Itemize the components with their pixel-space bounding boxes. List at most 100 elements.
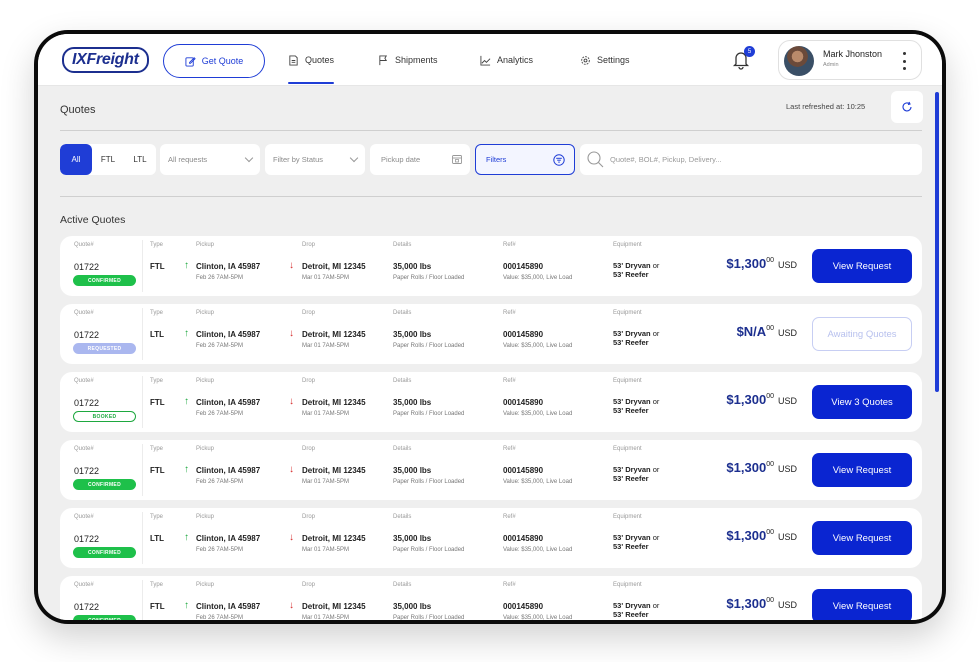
quote-label: Quote# (74, 378, 94, 384)
load-details: Paper Rolls / Floor Loaded (393, 479, 465, 485)
status-select[interactable]: Filter by Status (265, 144, 365, 175)
drop-label: Drop (302, 242, 316, 248)
get-quote-button[interactable]: Get Quote (163, 44, 265, 78)
requests-select-value: All requests (168, 155, 208, 164)
equipment: 53' Dryvan or 53' Reefer (613, 329, 660, 347)
drop-label: Drop (302, 582, 316, 588)
load-value: Value: $35,000, Live Load (503, 547, 573, 553)
price-amount: $1,300 (726, 528, 767, 543)
nav-tab-settings[interactable]: Settings (580, 34, 630, 86)
quote-id: 01722 (74, 602, 100, 612)
scrollbar[interactable] (935, 92, 939, 392)
status-badge-booked: BOOKED (73, 411, 136, 422)
load-details: Paper Rolls / Floor Loaded (393, 547, 465, 553)
view-request-button[interactable]: View Request (812, 453, 912, 487)
requests-select[interactable]: All requests (160, 144, 260, 175)
flag-icon (379, 54, 388, 65)
pickup-location: Clinton, IA 45987 (196, 602, 261, 611)
brand-logo[interactable]: IXFreight (62, 47, 149, 73)
refresh-button[interactable] (891, 91, 923, 123)
last-refreshed-text: Last refreshed at: 10:25 (786, 102, 866, 111)
pickup-label: Pickup (196, 446, 215, 452)
quote-id: 01722 (74, 466, 100, 476)
filter-tab-ltl[interactable]: LTL (124, 144, 156, 175)
device-frame: IXFreight Get Quote Quotes Shipments Ana… (34, 30, 946, 624)
ref-number: 000145890 (503, 602, 544, 611)
nav-label: Quotes (305, 55, 335, 65)
ref-number: 000145890 (503, 330, 544, 339)
divider (60, 196, 922, 197)
load-type: LTL (150, 330, 165, 339)
section-title: Active Quotes (60, 214, 126, 226)
equipment-label: Equipment (613, 514, 642, 520)
status-badge-confirmed: CONFIRMED (73, 547, 136, 558)
pickup-date-field[interactable]: Pickup date (370, 144, 470, 175)
pickup-location: Clinton, IA 45987 (196, 466, 261, 475)
drop-label: Drop (302, 378, 316, 384)
quote-label: Quote# (74, 582, 94, 588)
ref-number: 000145890 (503, 466, 544, 475)
load-type: FTL (150, 602, 165, 611)
nav-tab-analytics[interactable]: Analytics (480, 34, 533, 86)
weight: 35,000 lbs (393, 466, 432, 475)
view-quotes-button[interactable]: View 3 Quotes (812, 385, 912, 419)
nav-label: Settings (597, 55, 630, 65)
weight: 35,000 lbs (393, 262, 432, 271)
load-type: FTL (150, 262, 165, 271)
pickup-label: Pickup (196, 242, 215, 248)
quote-label: Quote# (74, 310, 94, 316)
nav-tab-quotes[interactable]: Quotes (288, 34, 335, 86)
load-value: Value: $35,000, Live Load (503, 615, 573, 620)
column-divider (142, 580, 143, 620)
price-currency: USD (777, 532, 797, 542)
equipment-or: or (650, 397, 660, 406)
price-cents: 00 (766, 461, 774, 468)
price-amount: $N/A (736, 324, 767, 339)
user-menu[interactable]: Mark Jhonston Admin (778, 40, 922, 80)
arrow-up-icon: ↑ (184, 532, 189, 543)
details-label: Details (393, 514, 412, 520)
filter-tab-all[interactable]: All (60, 144, 92, 175)
filter-tab-ftl[interactable]: FTL (92, 144, 124, 175)
nav-tab-shipments[interactable]: Shipments (378, 34, 438, 86)
load-value: Value: $35,000, Live Load (503, 411, 573, 417)
arrow-up-icon: ↑ (184, 396, 189, 407)
quote-card: Quote# 01722 CONFIRMED Type LTL Pickup ↑… (60, 508, 922, 568)
drop-label: Drop (302, 310, 316, 316)
pickup-window: Feb 26 7AM-5PM (196, 479, 244, 485)
pickup-location: Clinton, IA 45987 (196, 262, 261, 271)
price-cents: 00 (766, 325, 774, 332)
price-currency: USD (777, 464, 797, 474)
view-request-button[interactable]: View Request (812, 249, 912, 283)
load-value: Value: $35,000, Live Load (503, 275, 573, 281)
view-request-button[interactable]: View Request (812, 589, 912, 620)
view-request-button[interactable]: View Request (812, 521, 912, 555)
equipment: 53' Dryvan or 53' Reefer (613, 261, 659, 279)
arrow-down-icon: ↓ (289, 532, 294, 543)
drop-location: Detroit, MI 12345 (302, 262, 366, 271)
search-input[interactable]: Quote#, BOL#, Pickup, Delivery... (580, 144, 922, 175)
chevron-down-icon (244, 153, 254, 163)
price-currency: USD (777, 396, 797, 406)
price-cents: 00 (766, 257, 774, 264)
nav-label: Shipments (395, 55, 438, 65)
quote-price: $1,30000 USD (715, 460, 797, 475)
pickup-location: Clinton, IA 45987 (196, 330, 261, 339)
details-label: Details (393, 310, 412, 316)
equipment-secondary: 53' Reefer (613, 405, 649, 415)
type-label: Type (150, 514, 164, 520)
search-icon (587, 151, 604, 168)
ref-number: 000145890 (503, 262, 544, 271)
ref-label: Ref# (503, 446, 516, 452)
filters-button[interactable]: Filters (475, 144, 575, 175)
awaiting-quotes-button[interactable]: Awaiting Quotes (812, 317, 912, 351)
quote-price: $N/A00 USD (715, 324, 797, 339)
more-vertical-icon[interactable] (903, 52, 907, 70)
drop-location: Detroit, MI 12345 (302, 466, 366, 475)
details-label: Details (393, 582, 412, 588)
price-currency: USD (777, 328, 797, 338)
drop-window: Mar 01 7AM-5PM (302, 275, 350, 281)
pickup-window: Feb 26 7AM-5PM (196, 547, 244, 553)
type-label: Type (150, 582, 164, 588)
equipment-or: or (650, 329, 660, 338)
